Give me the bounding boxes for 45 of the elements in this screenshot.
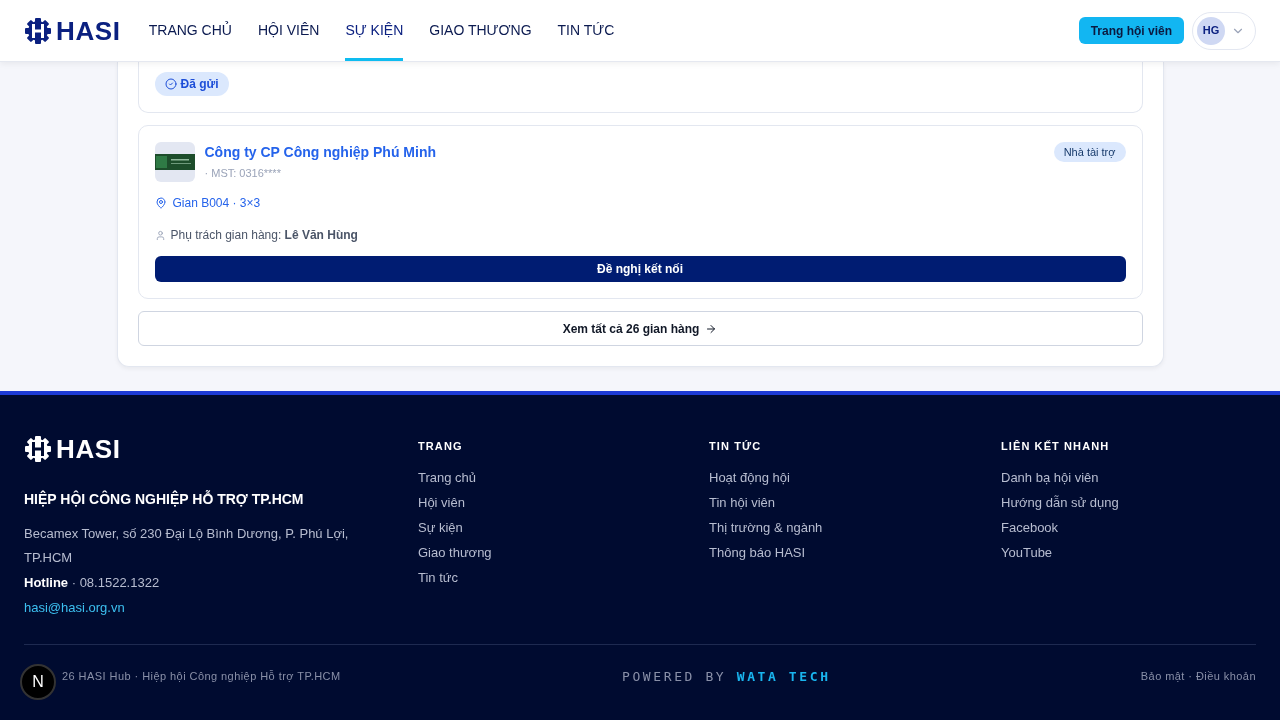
footer-link[interactable]: Thông báo HASI [709, 542, 806, 562]
footer-link[interactable]: Hướng dẫn sử dụng [1001, 492, 1119, 512]
address-text: Becamex Tower, số 230 Đại Lộ Bình Dương, P. Phú Lợi, TP.HCM [24, 525, 350, 567]
powered-by-text: POWERED BY WATA TECH [622, 667, 831, 686]
footer-link[interactable]: YouTube [1001, 542, 1053, 562]
footer-column-title: LIÊN KẾT NHANH [1001, 439, 1111, 454]
footer-link[interactable]: Giao thương [418, 542, 492, 562]
connect-request-button[interactable]: Đề nghị kết nối [154, 256, 1126, 282]
status-badge: Đã gửi [154, 72, 229, 96]
hotline-text: Hotline · 08.1522.1322 [24, 574, 161, 592]
footer-link[interactable]: Trang chủ [418, 467, 477, 487]
footer-column-title: TRANG [418, 439, 464, 454]
nav-link[interactable]: GIAO THƯƠNG [429, 0, 532, 61]
footer-link[interactable]: Facebook [1001, 517, 1059, 537]
nav-link[interactable]: HỘI VIÊN [257, 0, 320, 61]
logo-text: HASI [56, 17, 121, 44]
footer-link[interactable]: Tin tức [418, 567, 458, 587]
footer-link[interactable]: Hội viên [418, 492, 465, 512]
arrow-right-icon [705, 322, 718, 335]
footer-link[interactable]: Danh bạ hội viên [1001, 467, 1099, 487]
footer-link[interactable]: Sự kiện [418, 517, 463, 537]
tax-id: · MST: 0316**** [204, 166, 282, 181]
sponsor-tag: Nhà tài trợ [1053, 142, 1126, 162]
location-pin-icon [154, 197, 167, 209]
copyright-text: 26 HASI Hub · Hiệp hội Công nghiệp Hỗ trợ TP.HCM [62, 669, 342, 685]
booth-location: Gian B004 · 3×3 [172, 195, 261, 212]
view-all-booths-button[interactable]: Xem tất cả 26 gian hàng [137, 311, 1143, 346]
email-link[interactable]: hasi@hasi.org.vn [24, 595, 125, 620]
avatar: HG [1197, 16, 1225, 45]
footer-link[interactable]: Thị trường & ngành [709, 517, 823, 537]
gear-logo-icon [24, 16, 52, 45]
booth-manager: Phụ trách gian hàng: Lê Văn Hùng [170, 227, 358, 244]
organization-name: HIỆP HỘI CÔNG NGHIỆP HỖ TRỢ TP.HCM [24, 489, 305, 509]
footer-link[interactable]: Tin hội viên [709, 492, 775, 512]
footer-link[interactable]: Hoạt động hội [709, 467, 790, 487]
check-circle-icon [164, 78, 177, 90]
logo-text: HASI [56, 436, 121, 462]
legal-links[interactable]: Bảo mật · Điều khoản [1140, 668, 1256, 685]
footer-column-title: TIN TỨC [709, 439, 763, 454]
dev-tools-badge[interactable]: N [20, 664, 56, 700]
nav-link[interactable]: TRANG CHỦ [148, 0, 232, 61]
person-icon [154, 229, 166, 241]
member-page-button[interactable]: Trang hội viên [1078, 17, 1184, 44]
nav-link[interactable]: TIN TỨC [557, 0, 615, 61]
company-name[interactable]: Công ty CP Công nghiệp Phú Minh [204, 142, 436, 163]
